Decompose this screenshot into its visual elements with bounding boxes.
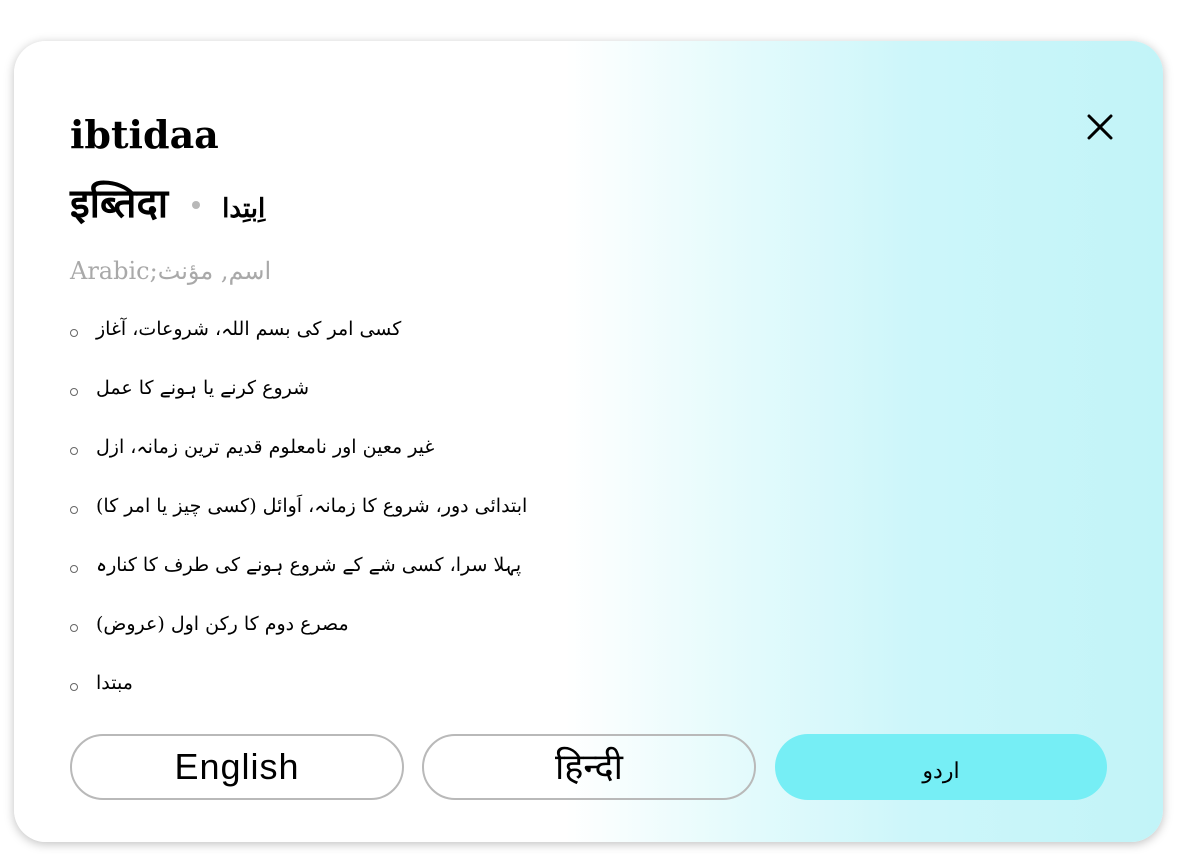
word-title-roman: ibtidaa	[70, 112, 219, 157]
bullet-icon	[70, 505, 78, 514]
meaning-text: ابتدائی دور، شروع کا زمانہ، اَوائل (کسی …	[96, 494, 528, 517]
hindi-language-button[interactable]: हिन्दी	[422, 734, 756, 800]
urdu-language-button[interactable]: اردو	[775, 734, 1107, 800]
meaning-text: غیر معین اور نامعلوم قدیم ترین زمانہ، از…	[96, 435, 435, 458]
meaning-item: مبتدا	[70, 653, 527, 712]
meaning-text: مبتدا	[96, 671, 133, 694]
word-script-line: इब्तिदा اِبتِدا	[70, 171, 265, 231]
bullet-icon	[70, 387, 78, 396]
english-language-button[interactable]: English	[70, 734, 404, 800]
word-meaning-card: ibtidaa इब्तिदा اِبتِدا Arabic;اسم, مؤنث…	[14, 41, 1163, 842]
bullet-icon	[70, 328, 78, 337]
bullet-icon	[70, 623, 78, 632]
word-title-hindi: इब्तिदा	[70, 180, 169, 227]
separator-dot	[192, 201, 201, 209]
meaning-item: شروع کرنے یا ہونے کا عمل	[70, 358, 527, 417]
meaning-text: مصرع دوم کا رکن اول (عروض)	[96, 612, 349, 635]
meaning-item: غیر معین اور نامعلوم قدیم ترین زمانہ، از…	[70, 417, 527, 476]
meanings-list: کسی امر کی بسم اللہ، شروعات، آغاز شروع ک…	[70, 299, 527, 712]
meaning-item: مصرع دوم کا رکن اول (عروض)	[70, 594, 527, 653]
meaning-item: پہلا سرا، کسی شے کے شروع ہونے کی طرف کا …	[70, 535, 527, 594]
bullet-icon	[70, 446, 78, 455]
meaning-item: ابتدائی دور، شروع کا زمانہ، اَوائل (کسی …	[70, 476, 527, 535]
meaning-text: کسی امر کی بسم اللہ، شروعات، آغاز	[96, 317, 402, 340]
bullet-icon	[70, 564, 78, 573]
close-icon[interactable]	[1082, 109, 1118, 145]
meaning-text: شروع کرنے یا ہونے کا عمل	[96, 376, 310, 399]
word-title-urdu: اِبتِدا	[222, 194, 266, 224]
meaning-text: پہلا سرا، کسی شے کے شروع ہونے کی طرف کا …	[96, 553, 522, 576]
meaning-item: کسی امر کی بسم اللہ، شروعات، آغاز	[70, 299, 527, 358]
bullet-icon	[70, 682, 78, 691]
grammar-info: Arabic;اسم, مؤنث	[70, 257, 272, 285]
